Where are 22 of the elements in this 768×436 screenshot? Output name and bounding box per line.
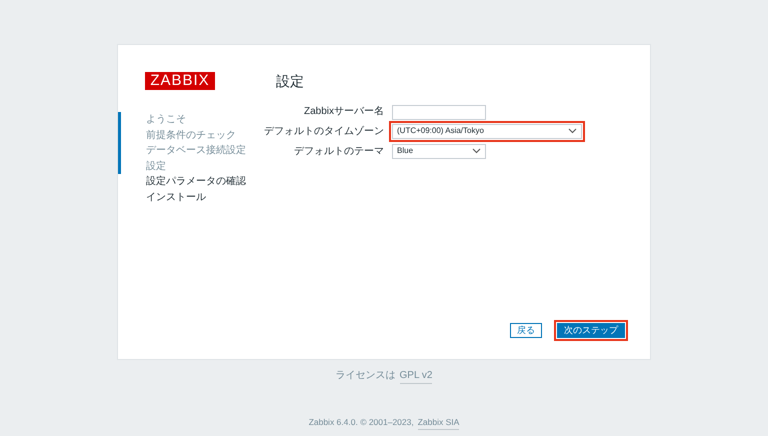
select-field[interactable]: Blue — [392, 144, 486, 158]
select-field[interactable]: (UTC+09:00) Asia/Tokyo — [392, 124, 582, 138]
field-label: デフォルトのテーマ — [293, 144, 384, 158]
step-item: データベース接続設定 — [118, 143, 258, 159]
step-item: 前提条件のチェック — [118, 128, 258, 144]
license-text: ライセンスは — [336, 369, 396, 383]
license-link[interactable]: GPL v2 — [400, 368, 432, 384]
back-button[interactable]: 戻る — [510, 323, 542, 338]
chevron-down-icon — [568, 128, 577, 134]
field-label: Zabbixサーバー名 — [302, 104, 384, 118]
copyright-text: Zabbix 6.4.0. © 2001–2023, — [308, 416, 414, 430]
chevron-down-icon — [472, 148, 481, 154]
server-name-field[interactable] — [392, 105, 486, 120]
step-item: 設定パラメータの確認 — [145, 174, 247, 190]
step-item: 設定 — [118, 158, 258, 174]
logo: ZABBIX — [145, 72, 215, 90]
next-step-button[interactable]: 次のステップ — [557, 323, 625, 338]
page-title: 設定 — [276, 72, 305, 91]
step-item: ようこそ — [118, 112, 258, 128]
field-label: デフォルトのタイムゾーン — [263, 124, 384, 138]
step-item: インストール — [145, 190, 207, 205]
company-link[interactable]: Zabbix SIA — [418, 416, 460, 430]
